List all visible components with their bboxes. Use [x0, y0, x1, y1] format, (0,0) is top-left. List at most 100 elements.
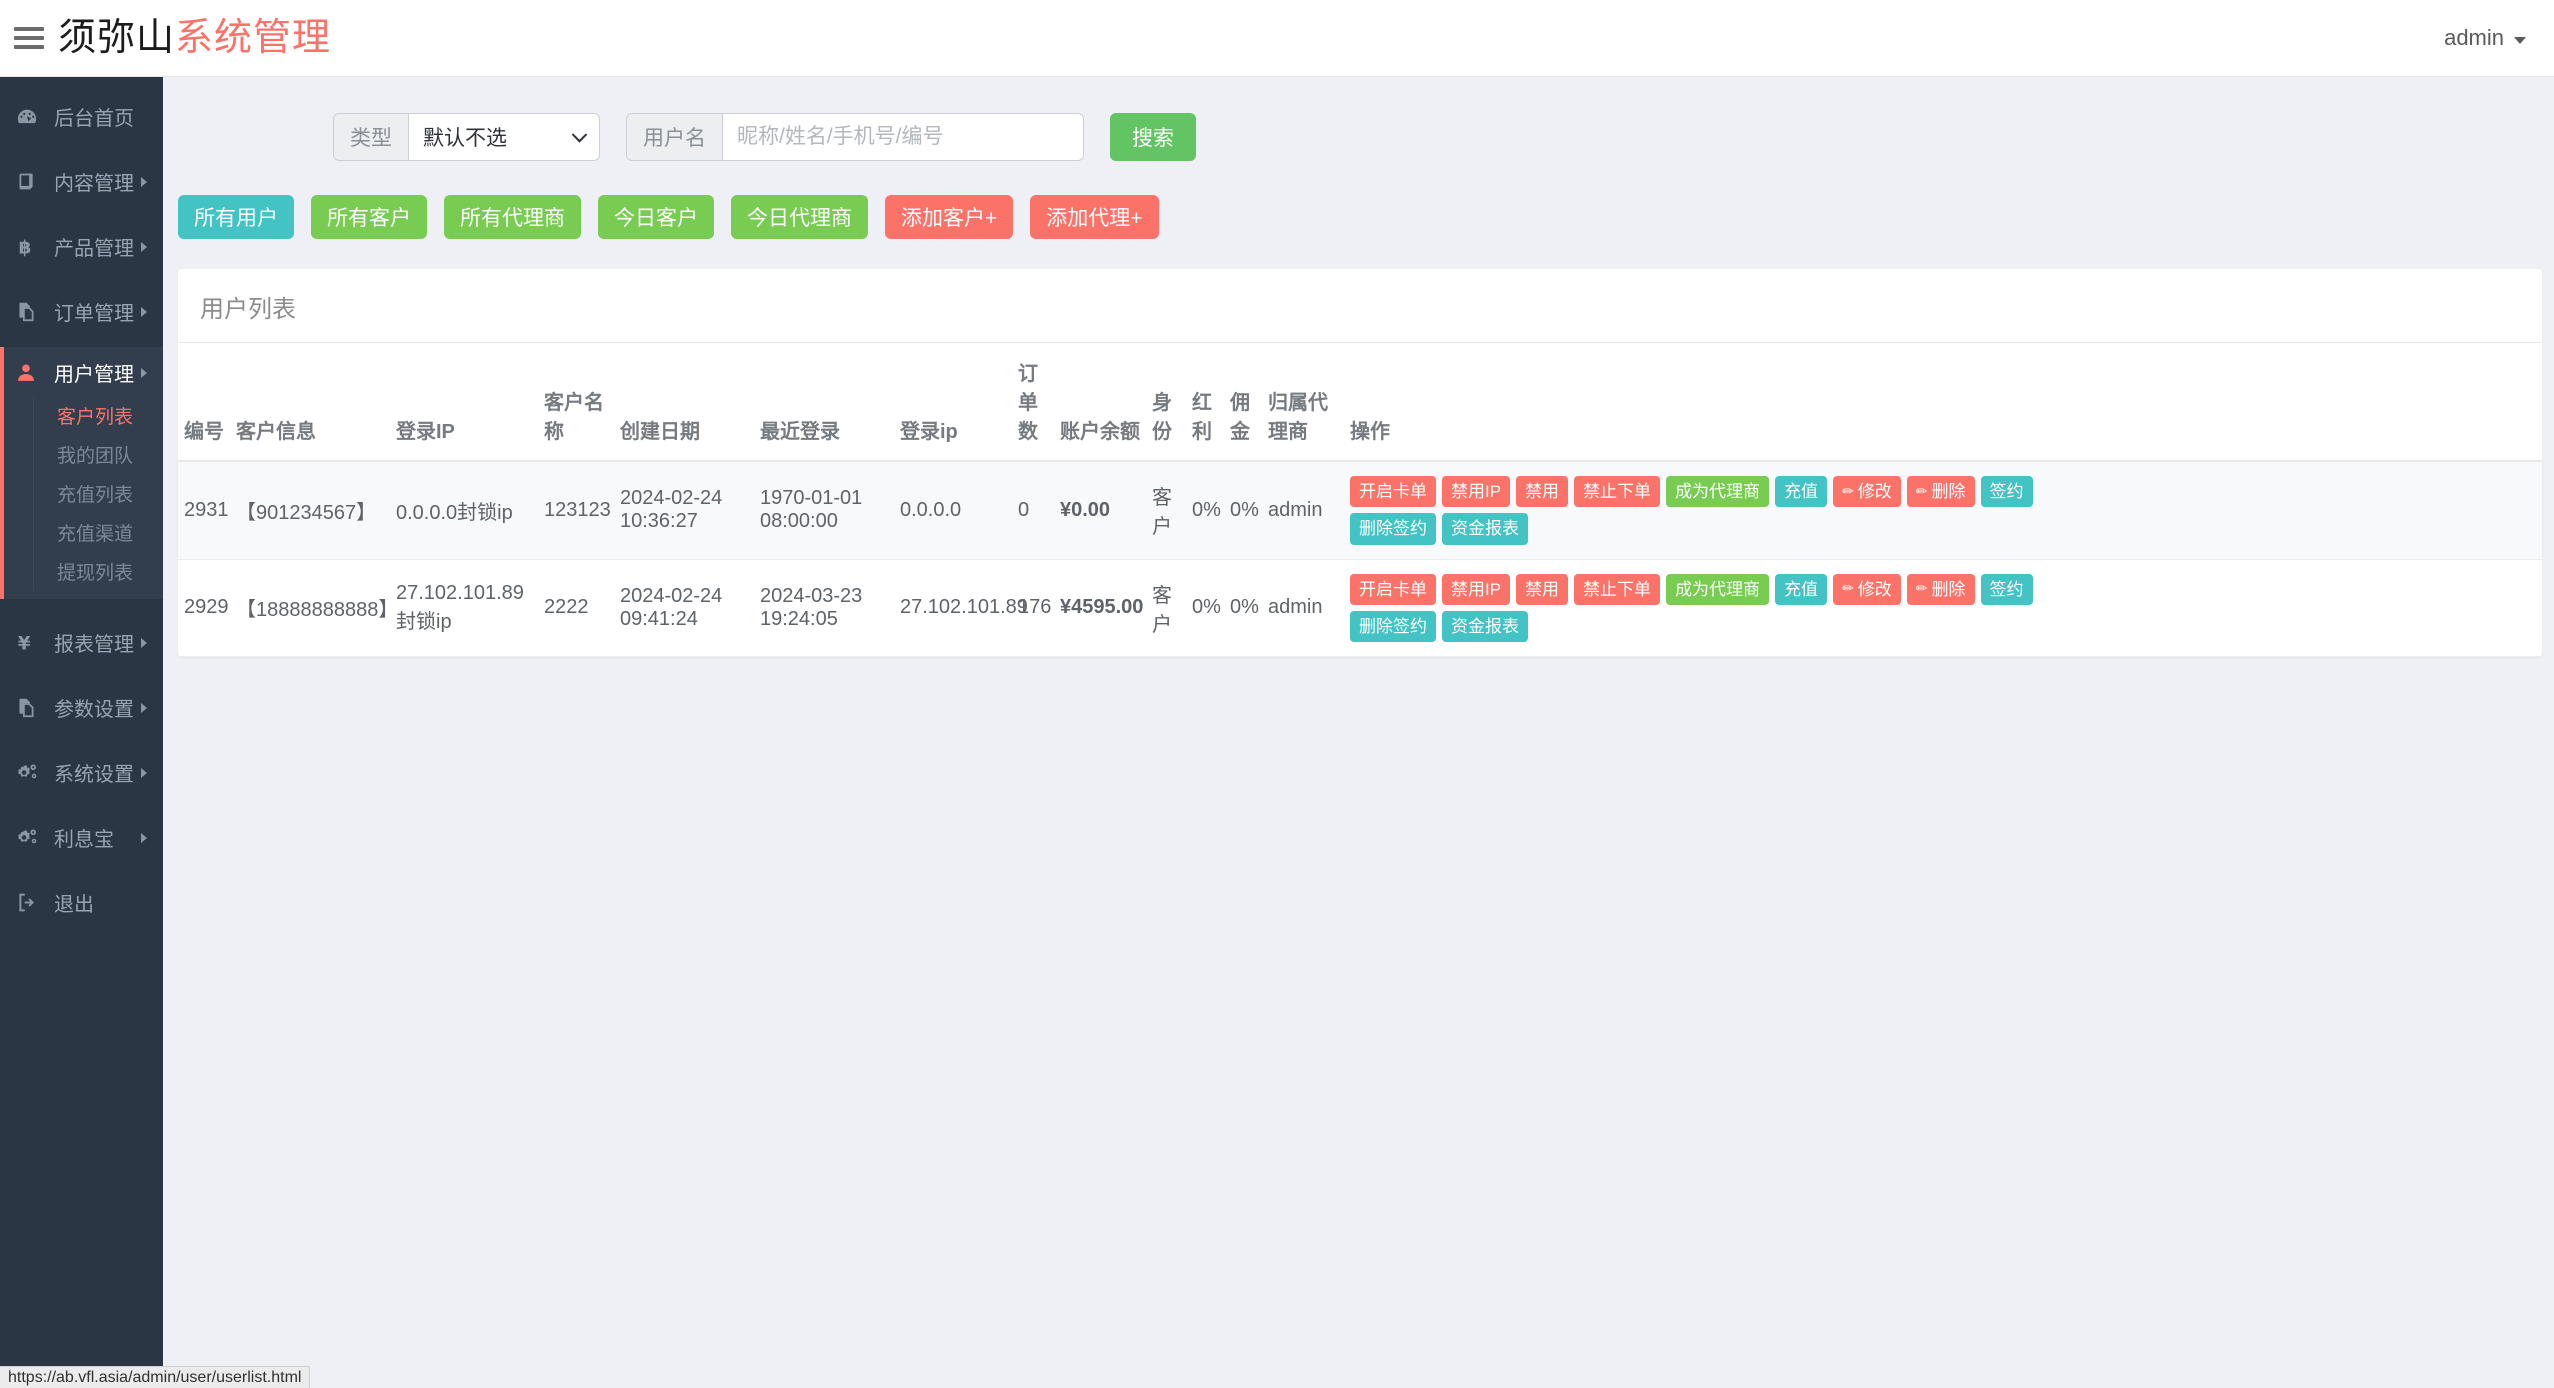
sidebar-item-label: 退出 — [54, 888, 94, 917]
sidebar-item-params[interactable]: 参数设置 — [0, 682, 163, 733]
cell-created: 2024-02-24 09:41:24 — [614, 559, 754, 657]
sidebar-group-product: ฿ 产品管理 — [0, 221, 163, 272]
action-sign-button[interactable]: 签约 — [1981, 574, 2033, 605]
sidebar-group-interest: 利息宝 — [0, 812, 163, 863]
action-ban-ip-button[interactable]: 禁用IP — [1442, 476, 1510, 507]
sidebar-item-dashboard[interactable]: 后台首页 — [0, 91, 163, 142]
sidebar-item-label: 后台首页 — [54, 102, 134, 131]
user-table: 编号 客户信息 登录IP 客户名称 创建日期 最近登录 登录ip 订单数 账户余… — [178, 343, 2542, 657]
cell-id: 2929 — [178, 559, 230, 657]
sidebar-group-report: ¥ 报表管理 — [0, 617, 163, 668]
filter-today-agents-button[interactable]: 今日代理商 — [731, 195, 868, 239]
sidebar-item-label: 订单管理 — [54, 297, 134, 326]
pencil-icon: ✏ — [1916, 483, 1928, 501]
action-block-order-button[interactable]: 禁止下单 — [1574, 476, 1660, 507]
sidebar-group-user: 用户管理 客户列表 我的团队 充值列表 充值渠道 提现列表 — [0, 347, 163, 599]
sidebar-item-content[interactable]: 内容管理 — [0, 156, 163, 207]
cell-last-login: 1970-01-01 08:00:00 — [754, 461, 894, 559]
search-button[interactable]: 搜索 — [1110, 113, 1196, 161]
cell-ip: 27.102.101.89 — [894, 559, 1012, 657]
filter-all-users-button[interactable]: 所有用户 — [178, 195, 294, 239]
pencil-icon: ✏ — [1842, 580, 1854, 598]
action-enable-card-button[interactable]: 开启卡单 — [1350, 574, 1436, 605]
action-fund-report-button[interactable]: 资金报表 — [1442, 513, 1528, 544]
cell-last-login: 2024-03-23 19:24:05 — [754, 559, 894, 657]
sidebar-subitem-recharge-list[interactable]: 充值列表 — [0, 476, 163, 515]
action-edit-button[interactable]: ✏修改 — [1833, 476, 1901, 507]
sidebar-item-product[interactable]: ฿ 产品管理 — [0, 221, 163, 272]
cell-operations: 开启卡单 禁用IP 禁用 禁止下单 成为代理商 充值 ✏修改 ✏删除 签约 删除… — [1344, 461, 2542, 559]
sidebar-item-interest[interactable]: 利息宝 — [0, 812, 163, 863]
sidebar-item-user[interactable]: 用户管理 — [0, 347, 163, 398]
table-row: 2929 【18888888888】 27.102.101.89封锁ip 222… — [178, 559, 2542, 657]
action-edit-button[interactable]: ✏修改 — [1833, 574, 1901, 605]
cell-customer-name: 123123 — [538, 461, 614, 559]
action-recharge-button[interactable]: 充值 — [1775, 476, 1827, 507]
action-delete-button[interactable]: ✏删除 — [1907, 476, 1975, 507]
action-delete-label: 删除 — [1932, 579, 1966, 600]
sidebar-subitem-customer-list[interactable]: 客户列表 — [0, 398, 163, 437]
chevron-down-icon — [572, 127, 588, 143]
action-block-order-button[interactable]: 禁止下单 — [1574, 574, 1660, 605]
user-menu[interactable]: admin — [2444, 25, 2526, 51]
action-become-agent-button[interactable]: 成为代理商 — [1666, 574, 1769, 605]
cell-balance: ¥0.00 — [1054, 461, 1146, 559]
dashboard-icon — [16, 106, 42, 128]
action-delete-button[interactable]: ✏删除 — [1907, 574, 1975, 605]
cell-orders: 0 — [1012, 461, 1054, 559]
column-header-operations: 操作 — [1344, 343, 2542, 461]
username-filter-label: 用户名 — [626, 113, 722, 161]
yen-icon: ¥ — [16, 632, 42, 654]
sidebar-item-order[interactable]: 订单管理 — [0, 286, 163, 337]
sidebar-item-logout[interactable]: 退出 — [0, 877, 163, 928]
type-select[interactable]: 默认不选 — [408, 113, 600, 161]
sidebar-group-content: 内容管理 — [0, 156, 163, 207]
cell-operations: 开启卡单 禁用IP 禁用 禁止下单 成为代理商 充值 ✏修改 ✏删除 签约 删除… — [1344, 559, 2542, 657]
action-delete-sign-button[interactable]: 删除签约 — [1350, 513, 1436, 544]
cell-agent[interactable]: admin — [1262, 559, 1344, 657]
chevron-right-icon — [141, 833, 147, 843]
cell-commission: 0% — [1224, 559, 1262, 657]
sidebar-item-system[interactable]: 系统设置 — [0, 747, 163, 798]
action-delete-sign-button[interactable]: 删除签约 — [1350, 611, 1436, 642]
chevron-right-icon — [141, 368, 147, 378]
sidebar-group-params: 参数设置 — [0, 682, 163, 733]
action-disable-button[interactable]: 禁用 — [1516, 574, 1568, 605]
cell-identity: 客户 — [1146, 461, 1186, 559]
sidebar-item-label: 内容管理 — [54, 167, 134, 196]
action-recharge-button[interactable]: 充值 — [1775, 574, 1827, 605]
action-sign-button[interactable]: 签约 — [1981, 476, 2033, 507]
add-agent-button[interactable]: 添加代理+ — [1030, 195, 1158, 239]
files-icon — [16, 301, 42, 322]
action-ban-ip-button[interactable]: 禁用IP — [1442, 574, 1510, 605]
sidebar-subitem-withdraw-list[interactable]: 提现列表 — [0, 554, 163, 593]
filter-today-customers-button[interactable]: 今日客户 — [598, 195, 714, 239]
action-button-group: 开启卡单 禁用IP 禁用 禁止下单 成为代理商 充值 ✏修改 ✏删除 签约 删除… — [1350, 476, 2090, 545]
action-delete-label: 删除 — [1932, 481, 1966, 502]
filter-all-customers-button[interactable]: 所有客户 — [311, 195, 427, 239]
add-customer-button[interactable]: 添加客户+ — [885, 195, 1013, 239]
action-disable-button[interactable]: 禁用 — [1516, 476, 1568, 507]
sidebar-item-label: 参数设置 — [54, 693, 134, 722]
sidebar-item-report[interactable]: ¥ 报表管理 — [0, 617, 163, 668]
action-fund-report-button[interactable]: 资金报表 — [1442, 611, 1528, 642]
user-menu-label: admin — [2444, 25, 2504, 51]
table-header-row: 编号 客户信息 登录IP 客户名称 创建日期 最近登录 登录ip 订单数 账户余… — [178, 343, 2542, 461]
sidebar-subitem-my-team[interactable]: 我的团队 — [0, 437, 163, 476]
brand-main-text: 须弥山 — [58, 17, 175, 59]
cell-agent[interactable]: admin — [1262, 461, 1344, 559]
chevron-right-icon — [141, 703, 147, 713]
cell-balance: ¥4595.00 — [1054, 559, 1146, 657]
filter-all-agents-button[interactable]: 所有代理商 — [444, 195, 581, 239]
cell-identity: 客户 — [1146, 559, 1186, 657]
action-become-agent-button[interactable]: 成为代理商 — [1666, 476, 1769, 507]
username-input[interactable] — [722, 113, 1084, 161]
hamburger-menu-icon[interactable] — [14, 26, 44, 50]
type-select-value: 默认不选 — [423, 122, 507, 152]
column-header-ip: 登录ip — [894, 343, 1012, 461]
main-content: 类型 默认不选 用户名 搜索 所有用户 所有客户 所有代理商 今日客户 今日代理… — [163, 77, 2554, 1388]
action-edit-label: 修改 — [1858, 579, 1892, 600]
action-enable-card-button[interactable]: 开启卡单 — [1350, 476, 1436, 507]
sidebar-subitem-recharge-channel[interactable]: 充值渠道 — [0, 515, 163, 554]
cell-commission: 0% — [1224, 461, 1262, 559]
